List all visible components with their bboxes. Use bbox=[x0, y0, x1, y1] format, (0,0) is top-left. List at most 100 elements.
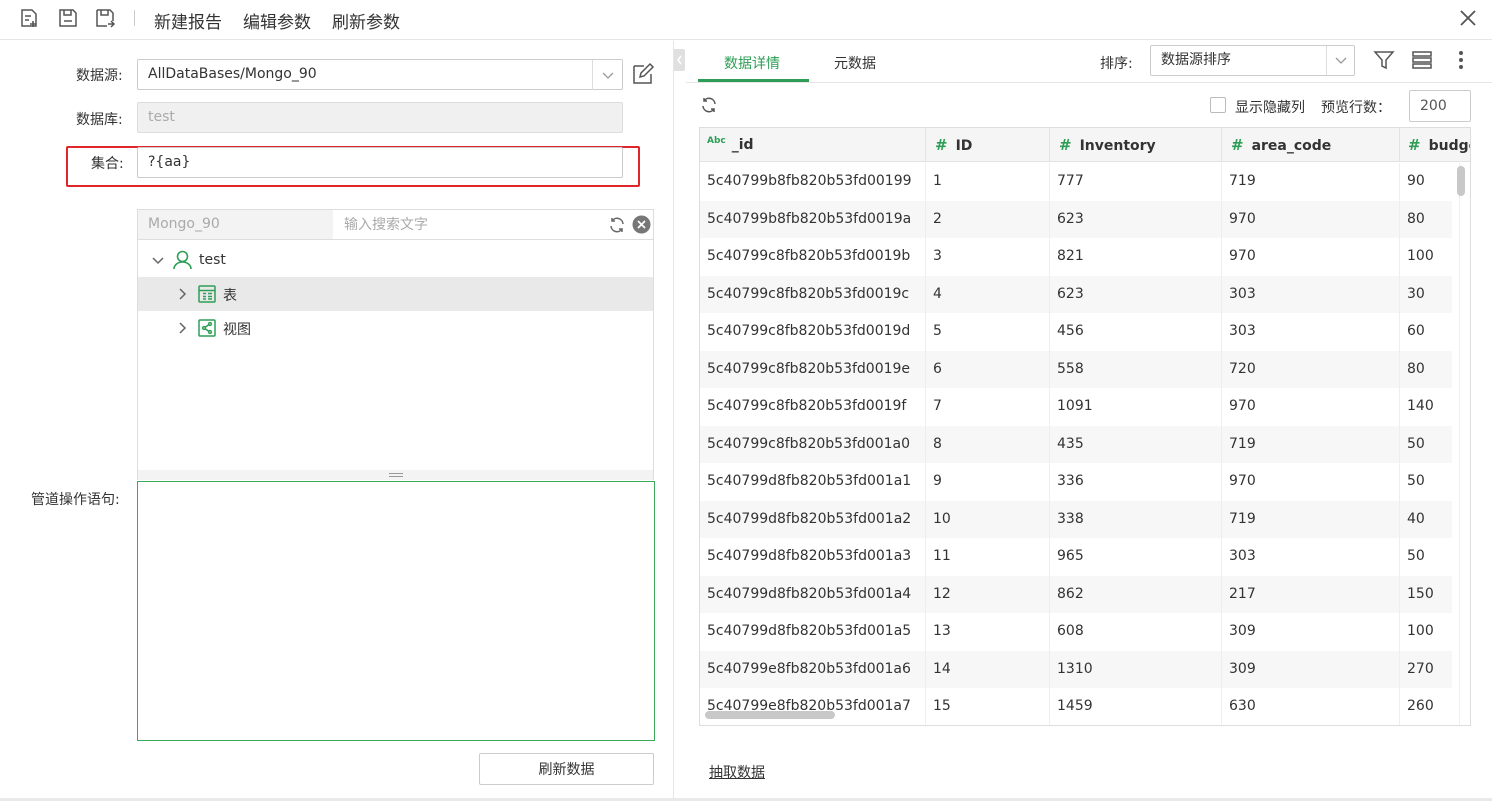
tree-item-tables[interactable]: 表 bbox=[138, 277, 653, 311]
table-cell: 40 bbox=[1400, 500, 1460, 538]
table-cell: 10 bbox=[926, 500, 1050, 538]
show-hidden-checkbox[interactable] bbox=[1210, 97, 1226, 113]
datasource-select[interactable]: AllDataBases/Mongo_90 bbox=[137, 59, 623, 90]
tab-metadata[interactable]: 元数据 bbox=[834, 53, 876, 73]
column-header-inventory[interactable]: # Inventory bbox=[1050, 128, 1222, 162]
collection-input[interactable]: ?{aa} bbox=[137, 147, 623, 178]
collapse-panel-handle[interactable] bbox=[674, 49, 685, 71]
table-cell: 7 bbox=[926, 388, 1050, 426]
table-cell: 309 bbox=[1222, 613, 1400, 651]
save-as-icon[interactable] bbox=[94, 7, 116, 29]
database-label: 数据库: bbox=[76, 112, 123, 128]
table-row[interactable]: 5c40799e8fb820b53fd001a6 14 1310 309 270 bbox=[700, 650, 1460, 688]
column-header-ID[interactable]: # ID bbox=[926, 128, 1050, 162]
table-cell: 4 bbox=[926, 275, 1050, 313]
table-cell: 630 bbox=[1222, 688, 1400, 725]
table-cell: 303 bbox=[1222, 538, 1400, 576]
more-options-icon[interactable] bbox=[1451, 50, 1471, 70]
table-cell: 50 bbox=[1400, 463, 1460, 501]
table-row[interactable]: 5c40799d8fb820b53fd001a5 13 608 309 100 bbox=[700, 613, 1460, 651]
splitter-handle[interactable] bbox=[137, 470, 654, 480]
edit-params-button[interactable]: 编辑参数 bbox=[243, 8, 311, 33]
column-header-id[interactable]: Abc _id bbox=[700, 128, 926, 162]
table-row[interactable]: 5c40799c8fb820b53fd0019c 4 623 303 30 bbox=[700, 275, 1460, 313]
table-row[interactable]: 5c40799b8fb820b53fd00199 1 777 719 90 bbox=[700, 163, 1460, 201]
tree-search-input[interactable] bbox=[334, 210, 594, 239]
table-cell: 14 bbox=[926, 650, 1050, 688]
tree-item-test[interactable]: test bbox=[138, 244, 653, 278]
filter-icon[interactable] bbox=[1373, 49, 1395, 71]
refresh-params-button[interactable]: 刷新参数 bbox=[332, 8, 400, 33]
clear-search-icon[interactable] bbox=[632, 215, 651, 234]
table-cell: 303 bbox=[1222, 313, 1400, 351]
extract-data-link[interactable]: 抽取数据 bbox=[709, 762, 765, 782]
tab-data-details[interactable]: 数据详情 bbox=[724, 53, 780, 73]
toolbar-separator bbox=[134, 10, 135, 26]
table-cell: 80 bbox=[1400, 200, 1460, 238]
table-cell: 5c40799d8fb820b53fd001a3 bbox=[700, 538, 926, 576]
table-cell: 3 bbox=[926, 238, 1050, 276]
tree-header: Mongo_90 bbox=[138, 210, 653, 240]
table-cell: 217 bbox=[1222, 575, 1400, 613]
table-cell: 5c40799b8fb820b53fd00199 bbox=[700, 163, 926, 201]
table-cell: 719 bbox=[1222, 163, 1400, 201]
table-row[interactable]: 5c40799d8fb820b53fd001a4 12 862 217 150 bbox=[700, 575, 1460, 613]
table-cell: 15 bbox=[926, 688, 1050, 725]
table-cell: 456 bbox=[1050, 313, 1222, 351]
table-row[interactable]: 5c40799c8fb820b53fd0019f 7 1091 970 140 bbox=[700, 388, 1460, 426]
chevron-down-icon[interactable] bbox=[151, 255, 165, 267]
close-icon[interactable] bbox=[1457, 7, 1479, 29]
column-header-budget[interactable]: #budget bbox=[1400, 128, 1470, 162]
table-row[interactable]: 5c40799b8fb820b53fd0019a 2 623 970 80 bbox=[700, 200, 1460, 238]
pipeline-label: 管道操作语句: bbox=[31, 492, 120, 508]
table-cell: 435 bbox=[1050, 425, 1222, 463]
table-row[interactable]: 5c40799c8fb820b53fd0019b 3 821 970 100 bbox=[700, 238, 1460, 276]
table-row[interactable]: 5c40799d8fb820b53fd001a2 10 338 719 40 bbox=[700, 500, 1460, 538]
user-icon bbox=[173, 250, 192, 270]
new-file-icon[interactable] bbox=[18, 7, 40, 29]
table-cell: 5c40799d8fb820b53fd001a4 bbox=[700, 575, 926, 613]
refresh-data-button[interactable]: 刷新数据 bbox=[479, 753, 654, 785]
table-cell: 270 bbox=[1400, 650, 1460, 688]
number-type-icon: # bbox=[1059, 136, 1072, 154]
collection-label: 集合: bbox=[91, 156, 124, 172]
table-cell: 970 bbox=[1222, 238, 1400, 276]
top-toolbar: 新建报告 编辑参数 刷新参数 bbox=[0, 0, 1492, 40]
table-cell: 623 bbox=[1050, 275, 1222, 313]
table-cell: 1 bbox=[926, 163, 1050, 201]
table-row[interactable]: 5c40799c8fb820b53fd001a0 8 435 719 50 bbox=[700, 425, 1460, 463]
edit-datasource-icon[interactable] bbox=[631, 62, 655, 86]
table-cell: 100 bbox=[1400, 613, 1460, 651]
horizontal-scrollbar[interactable] bbox=[705, 711, 835, 719]
table-cell: 13 bbox=[926, 613, 1050, 651]
chevron-right-icon[interactable] bbox=[177, 321, 189, 335]
table-row[interactable]: 5c40799e8fb820b53fd001a7 15 1459 630 260 bbox=[700, 688, 1460, 725]
table-row[interactable]: 5c40799d8fb820b53fd001a3 11 965 303 50 bbox=[700, 538, 1460, 576]
table-cell: 60 bbox=[1400, 313, 1460, 351]
table-cell: 90 bbox=[1400, 163, 1460, 201]
tree-item-views[interactable]: 视图 bbox=[138, 311, 653, 345]
vertical-scrollbar[interactable] bbox=[1457, 166, 1465, 196]
sort-select[interactable]: 数据源排序 bbox=[1150, 45, 1355, 76]
column-header-area-code[interactable]: # area_code bbox=[1222, 128, 1400, 162]
refresh-icon[interactable] bbox=[608, 216, 626, 234]
table-cell: 260 bbox=[1400, 688, 1460, 725]
chevron-down-icon[interactable] bbox=[592, 60, 622, 90]
column-list-icon[interactable] bbox=[1411, 50, 1433, 70]
pipeline-textarea[interactable] bbox=[137, 481, 655, 741]
grid-header: Abc_id #ID #Inventory #area_code #budget bbox=[700, 128, 1470, 162]
data-grid: Abc_id #ID #Inventory #area_code #budget… bbox=[699, 127, 1471, 726]
table-cell: 5 bbox=[926, 313, 1050, 351]
table-cell: 720 bbox=[1222, 350, 1400, 388]
save-icon[interactable] bbox=[57, 7, 79, 29]
new-report-button[interactable]: 新建报告 bbox=[154, 8, 222, 33]
table-cell: 50 bbox=[1400, 538, 1460, 576]
table-row[interactable]: 5c40799c8fb820b53fd0019d 5 456 303 60 bbox=[700, 313, 1460, 351]
refresh-preview-icon[interactable] bbox=[700, 96, 718, 114]
chevron-down-icon[interactable] bbox=[1326, 46, 1354, 75]
preview-rows-input[interactable]: 200 bbox=[1409, 90, 1471, 122]
table-cell: 1459 bbox=[1050, 688, 1222, 725]
chevron-right-icon[interactable] bbox=[177, 287, 189, 301]
table-row[interactable]: 5c40799c8fb820b53fd0019e 6 558 720 80 bbox=[700, 350, 1460, 388]
table-row[interactable]: 5c40799d8fb820b53fd001a1 9 336 970 50 bbox=[700, 463, 1460, 501]
